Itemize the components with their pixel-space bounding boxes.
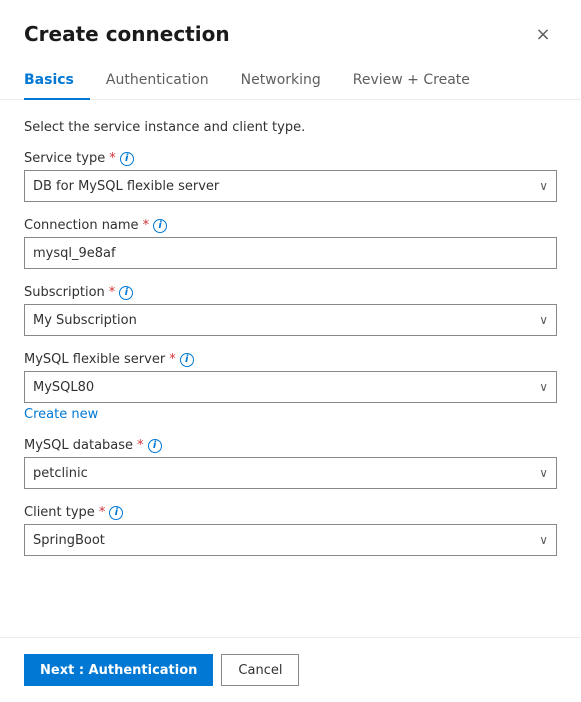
client-type-info-icon[interactable]: i	[109, 506, 123, 520]
service-type-chevron: ∨	[539, 179, 548, 193]
connection-name-info-icon[interactable]: i	[153, 219, 167, 233]
client-type-field: Client type * i SpringBoot ∨	[24, 505, 557, 556]
mysql-server-label: MySQL flexible server * i	[24, 352, 557, 367]
dialog-title: Create connection	[24, 22, 230, 46]
service-type-value: DB for MySQL flexible server	[33, 179, 219, 194]
client-type-chevron: ∨	[539, 533, 548, 547]
next-authentication-button[interactable]: Next : Authentication	[24, 654, 213, 686]
dialog-header: Create connection ×	[0, 0, 581, 48]
mysql-server-info-icon[interactable]: i	[180, 353, 194, 367]
subscription-required: *	[109, 285, 116, 300]
dialog-body: Select the service instance and client t…	[0, 100, 581, 637]
mysql-server-dropdown[interactable]: MySQL80 ∨	[24, 371, 557, 403]
tab-authentication[interactable]: Authentication	[106, 64, 225, 100]
subscription-dropdown[interactable]: My Subscription ∨	[24, 304, 557, 336]
create-connection-dialog: Create connection × Basics Authenticatio…	[0, 0, 581, 702]
dialog-footer: Next : Authentication Cancel	[0, 637, 581, 702]
cancel-button[interactable]: Cancel	[221, 654, 299, 686]
connection-name-input[interactable]	[24, 237, 557, 269]
client-type-label: Client type * i	[24, 505, 557, 520]
mysql-database-chevron: ∨	[539, 466, 548, 480]
service-type-field: Service type * i DB for MySQL flexible s…	[24, 151, 557, 202]
subscription-label: Subscription * i	[24, 285, 557, 300]
tabs-container: Basics Authentication Networking Review …	[0, 48, 581, 100]
connection-name-label: Connection name * i	[24, 218, 557, 233]
mysql-server-chevron: ∨	[539, 380, 548, 394]
mysql-database-info-icon[interactable]: i	[148, 439, 162, 453]
create-new-link[interactable]: Create new	[24, 407, 98, 422]
client-type-dropdown[interactable]: SpringBoot ∨	[24, 524, 557, 556]
service-type-label: Service type * i	[24, 151, 557, 166]
mysql-server-field: MySQL flexible server * i MySQL80 ∨ Crea…	[24, 352, 557, 422]
subscription-info-icon[interactable]: i	[119, 286, 133, 300]
mysql-database-field: MySQL database * i petclinic ∨	[24, 438, 557, 489]
subscription-value: My Subscription	[33, 313, 137, 328]
client-type-required: *	[99, 505, 106, 520]
service-type-info-icon[interactable]: i	[120, 152, 134, 166]
mysql-database-dropdown[interactable]: petclinic ∨	[24, 457, 557, 489]
mysql-database-value: petclinic	[33, 466, 88, 481]
tab-review-create[interactable]: Review + Create	[353, 64, 486, 100]
service-type-required: *	[109, 151, 116, 166]
mysql-server-value: MySQL80	[33, 380, 94, 395]
close-button[interactable]: ×	[529, 20, 557, 48]
connection-name-required: *	[143, 218, 150, 233]
client-type-value: SpringBoot	[33, 533, 105, 548]
section-description: Select the service instance and client t…	[24, 120, 557, 135]
mysql-database-required: *	[137, 438, 144, 453]
subscription-field: Subscription * i My Subscription ∨	[24, 285, 557, 336]
service-type-dropdown[interactable]: DB for MySQL flexible server ∨	[24, 170, 557, 202]
mysql-database-label: MySQL database * i	[24, 438, 557, 453]
tab-basics[interactable]: Basics	[24, 64, 90, 100]
connection-name-field: Connection name * i	[24, 218, 557, 269]
subscription-chevron: ∨	[539, 313, 548, 327]
tab-networking[interactable]: Networking	[241, 64, 337, 100]
mysql-server-required: *	[169, 352, 176, 367]
